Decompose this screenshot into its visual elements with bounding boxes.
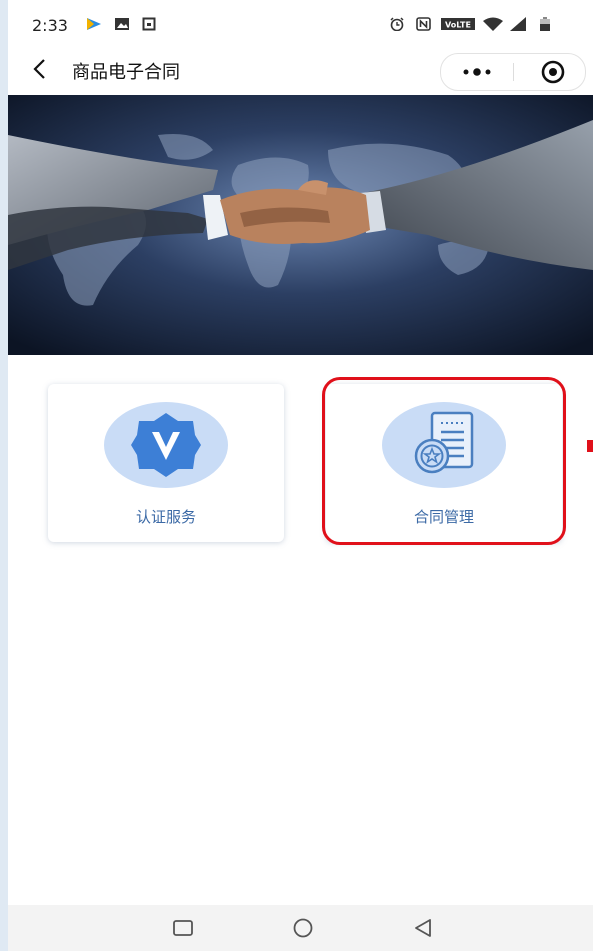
phone-screen: 2:33 VoLTE 商品电子合同 认证服务 合同管理 xyxy=(8,0,593,951)
card-auth-service[interactable]: 认证服务 xyxy=(48,384,284,542)
target-close-icon[interactable] xyxy=(525,54,581,90)
page-title: 商品电子合同 xyxy=(72,62,180,83)
wifi-icon xyxy=(483,17,503,31)
nfc-icon xyxy=(416,17,431,31)
alarm-icon xyxy=(390,17,404,31)
status-time: 2:33 xyxy=(32,16,68,35)
back-triangle-icon[interactable] xyxy=(410,915,436,941)
more-dots-icon[interactable] xyxy=(449,54,505,90)
volte-icon: VoLTE xyxy=(441,18,475,30)
battery-icon xyxy=(540,17,550,31)
handshake-world-map-banner xyxy=(8,95,593,355)
image-icon xyxy=(115,18,129,30)
back-arrow-icon[interactable] xyxy=(28,54,52,84)
badge-shape xyxy=(131,413,201,477)
pointer-marker xyxy=(587,440,593,452)
play-store-icon xyxy=(87,18,101,30)
recent-apps-icon[interactable] xyxy=(170,915,196,941)
auth-icon-circle xyxy=(104,402,228,488)
status-bar: 2:33 VoLTE xyxy=(8,0,593,50)
android-nav-bar xyxy=(8,905,593,951)
highlight-frame xyxy=(322,377,566,545)
notification-icon xyxy=(142,17,156,31)
volte-label: VoLTE xyxy=(445,21,471,30)
mini-program-capsule xyxy=(440,53,586,91)
home-icon[interactable] xyxy=(290,915,316,941)
capsule-divider xyxy=(513,63,514,81)
verified-v-badge-icon xyxy=(131,413,201,477)
card-label-auth: 认证服务 xyxy=(135,508,196,526)
title-bar: 商品电子合同 xyxy=(8,50,593,94)
signal-icon xyxy=(510,17,526,31)
